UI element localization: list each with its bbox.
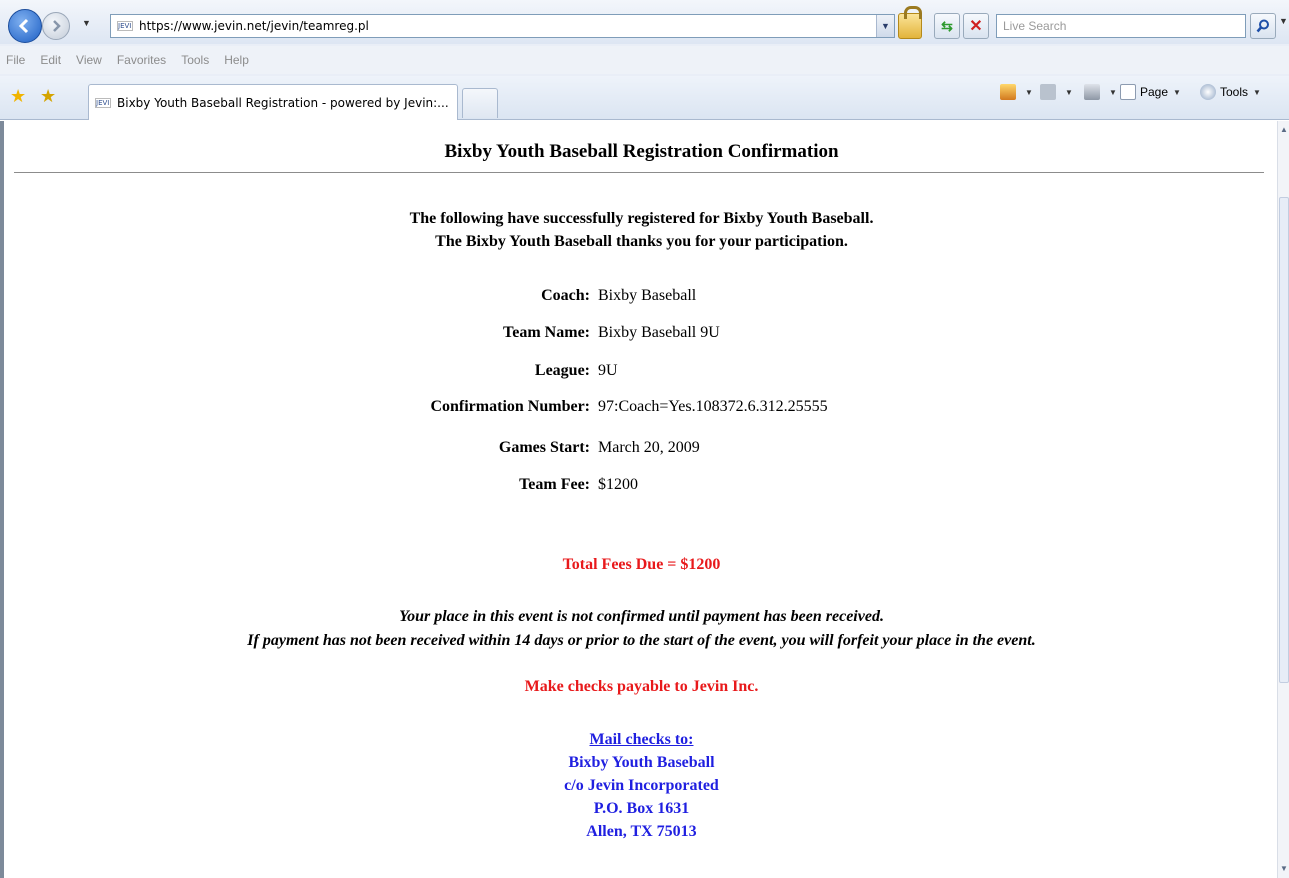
tab-active[interactable]: JEVIN Bixby Youth Baseball Registration … — [88, 84, 458, 120]
menu-bar: File Edit View Favorites Tools Help — [0, 46, 1289, 74]
feeds-dropdown-icon: ▼ — [1065, 87, 1073, 97]
printer-icon — [1084, 84, 1100, 100]
menu-favorites[interactable]: Favorites — [117, 53, 166, 67]
home-icon — [1000, 84, 1016, 100]
home-dropdown-icon: ▼ — [1025, 87, 1033, 97]
field-team-name: Team Name: Bixby Baseball 9U — [0, 324, 1283, 346]
intro-line-2: The Bixby Youth Baseball thanks you for … — [435, 233, 848, 250]
site-favicon-icon: JEVIN — [117, 21, 133, 31]
payment-notice-line-1: Your place in this event is not confirme… — [399, 608, 884, 625]
tools-dropdown-icon: ▼ — [1253, 87, 1261, 97]
print-dropdown-icon: ▼ — [1109, 87, 1117, 97]
tools-menu-label: Tools — [1220, 85, 1249, 99]
address-dropdown-icon[interactable]: ▼ — [876, 15, 894, 37]
checks-payable-text: Make checks payable to Jevin Inc. — [524, 678, 759, 695]
forward-button[interactable] — [42, 12, 70, 40]
favorites-star-icon[interactable]: ★ — [10, 86, 26, 107]
field-team-fee: Team Fee: $1200 — [0, 476, 1283, 498]
field-label: Games Start: — [498, 439, 590, 456]
mail-address-line-2: c/o Jevin Incorporated — [564, 777, 719, 794]
search-button[interactable] — [1250, 13, 1276, 39]
tools-menu-button[interactable]: Tools ▼ — [1200, 84, 1261, 100]
mail-address-line-1: Bixby Youth Baseball — [568, 754, 715, 771]
field-coach: Coach: Bixby Baseball — [0, 287, 1283, 309]
menu-tools[interactable]: Tools — [181, 53, 209, 67]
intro-line-1: The following have successfully register… — [409, 210, 874, 227]
field-league: League: 9U — [0, 362, 1283, 384]
lock-icon[interactable] — [898, 6, 922, 39]
field-value: 9U — [598, 362, 618, 379]
field-confirmation-number: Confirmation Number: 97:Coach=Yes.108372… — [0, 398, 1283, 420]
mail-address-line-3: P.O. Box 1631 — [593, 800, 690, 817]
stop-icon[interactable]: ✕ — [963, 13, 989, 39]
address-bar[interactable]: JEVIN https://www.jevin.net/jevin/teamre… — [110, 14, 895, 38]
field-label: Team Name: — [503, 324, 590, 341]
menu-edit[interactable]: Edit — [40, 53, 61, 67]
field-value: March 20, 2009 — [598, 439, 700, 456]
feeds-button[interactable]: ▼ — [1040, 84, 1073, 100]
menu-file[interactable]: File — [6, 53, 25, 67]
payment-notice-line-2: If payment has not been received within … — [247, 632, 1036, 649]
browser-chrome: ▼ JEVIN https://www.jevin.net/jevin/team… — [0, 0, 1289, 120]
add-favorites-icon[interactable]: ★ — [40, 86, 56, 107]
page-menu-label: Page — [1140, 85, 1169, 99]
page-menu-button[interactable]: Page ▼ — [1120, 84, 1181, 100]
title-divider — [14, 172, 1264, 173]
magnifier-icon — [1256, 19, 1269, 33]
home-button[interactable]: ▼ — [1000, 84, 1033, 100]
address-bar-row: ▼ JEVIN https://www.jevin.net/jevin/team… — [0, 0, 1289, 44]
new-tab-button[interactable] — [462, 88, 498, 118]
field-value: $1200 — [598, 476, 638, 493]
field-value: 97:Coach=Yes.108372.6.312.25555 — [598, 398, 828, 415]
page-icon — [1120, 84, 1136, 100]
page-viewport: ▲ ▼ Bixby Youth Baseball Registration Co… — [0, 121, 1289, 878]
back-arrow-icon — [18, 18, 29, 34]
scroll-up-icon[interactable]: ▲ — [1279, 125, 1289, 135]
field-value: Bixby Baseball — [598, 287, 697, 304]
page-title: Bixby Youth Baseball Registration Confir… — [444, 141, 839, 162]
url-text[interactable]: https://www.jevin.net/jevin/teamreg.pl — [139, 19, 369, 33]
tab-bar: ★ ★ JEVIN Bixby Youth Baseball Registrat… — [0, 76, 1289, 120]
tab-favicon-icon: JEVIN — [95, 97, 111, 108]
mail-address-line-4: Allen, TX 75013 — [586, 823, 697, 840]
total-fees-due: Total Fees Due = $1200 — [562, 556, 721, 573]
feed-icon — [1040, 84, 1056, 100]
field-value: Bixby Baseball 9U — [598, 324, 720, 341]
field-label: Confirmation Number: — [430, 398, 590, 415]
field-label: Coach: — [541, 287, 590, 304]
print-button[interactable]: ▼ — [1084, 84, 1117, 100]
menu-help[interactable]: Help — [224, 53, 249, 67]
back-button[interactable] — [8, 9, 42, 43]
page-dropdown-icon: ▼ — [1173, 87, 1181, 97]
gear-icon — [1200, 84, 1216, 100]
tab-title: Bixby Youth Baseball Registration - powe… — [117, 95, 449, 110]
scroll-down-icon[interactable]: ▼ — [1279, 864, 1289, 874]
field-label: Team Fee: — [519, 476, 590, 493]
menu-view[interactable]: View — [76, 53, 102, 67]
forward-arrow-icon — [53, 20, 61, 32]
refresh-icon[interactable]: ⇆ — [934, 13, 960, 39]
field-games-start: Games Start: March 20, 2009 — [0, 439, 1283, 461]
search-input[interactable]: Live Search — [996, 14, 1246, 38]
search-dropdown-icon[interactable]: ▼ — [1279, 16, 1288, 26]
mail-checks-heading: Mail checks to: — [589, 731, 694, 748]
history-dropdown-icon[interactable]: ▼ — [82, 18, 91, 28]
field-label: League: — [534, 362, 590, 379]
